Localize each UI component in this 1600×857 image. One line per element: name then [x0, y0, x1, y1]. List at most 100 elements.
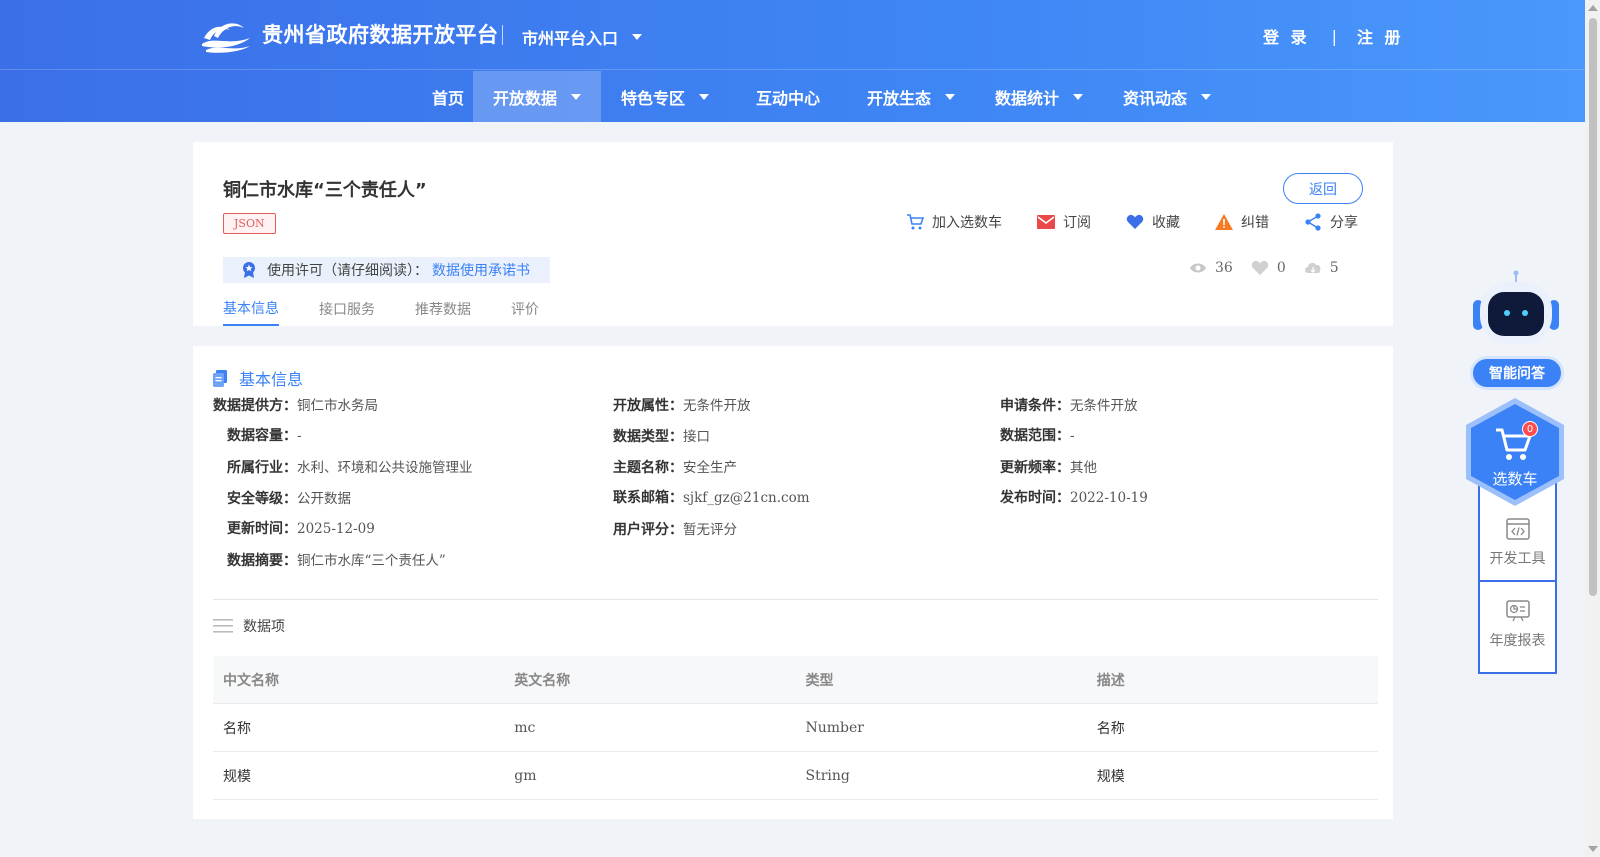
nav-item-ecosystem[interactable]: 开放生态: [847, 71, 975, 122]
nav-item-featured[interactable]: 特色专区: [601, 71, 729, 122]
table-row: 名称 mc Number 名称: [213, 704, 1378, 752]
field-key: 所属行业：: [227, 460, 297, 476]
table-cell: 规模: [1096, 768, 1125, 785]
table-cell: String: [805, 767, 850, 784]
license-link[interactable]: 数据使用承诺书: [432, 260, 530, 280]
add-to-cart-label: 加入选数车: [932, 215, 1002, 231]
tab-recommended-data[interactable]: 推荐数据: [415, 292, 471, 326]
login-link[interactable]: 登 录: [1263, 24, 1310, 48]
field-value: -: [1070, 428, 1075, 444]
subscribe-button[interactable]: 订阅: [1037, 212, 1091, 232]
table-cell: 名称: [1096, 720, 1125, 737]
robot-assistant-icon[interactable]: [1470, 270, 1562, 350]
field-data-scope: 数据范围：-: [1000, 425, 1075, 445]
field-key: 申请条件：: [1000, 398, 1070, 414]
back-button[interactable]: 返回: [1283, 173, 1363, 204]
heart-outline-icon: [1251, 260, 1269, 275]
favorite-label: 收藏: [1152, 215, 1180, 231]
register-link[interactable]: 注 册: [1357, 24, 1404, 48]
scrollbar-thumb[interactable]: [1589, 18, 1597, 596]
logo-icon[interactable]: [200, 16, 252, 54]
dev-tools-label: 开发工具: [1489, 551, 1546, 567]
eye-icon: [1190, 263, 1206, 273]
smart-qa-button[interactable]: 智能问答: [1470, 356, 1564, 390]
license-bar: 使用许可（请仔细阅读）： 数据使用承诺书: [223, 257, 550, 283]
warning-icon: [1215, 214, 1233, 230]
field-value: sjkf_gz@21cn.com: [683, 490, 810, 506]
field-value: 2022-10-19: [1070, 490, 1148, 506]
section-divider: [213, 599, 1378, 600]
nav-item-interaction[interactable]: 互动中心: [729, 71, 847, 122]
cart-count-badge: 0: [1522, 421, 1538, 437]
field-open-attr: 开放属性：无条件开放: [613, 394, 751, 415]
field-value: 铜仁市水库“三个责任人”: [297, 553, 446, 569]
field-value: 2025-12-09: [297, 521, 375, 537]
nav-item-label: 特色专区: [620, 88, 685, 108]
field-apply-cond: 申请条件：无条件开放: [1000, 394, 1138, 415]
auth-links: 登 录 | 注 册: [1263, 24, 1404, 48]
column-header-cn-name: 中文名称: [223, 672, 279, 689]
field-key: 发布时间：: [1000, 490, 1070, 506]
scroll-up-arrow-icon[interactable]: [1588, 5, 1598, 11]
format-badge: JSON: [223, 213, 276, 234]
city-platform-dropdown[interactable]: 市州平台入口: [522, 25, 643, 49]
field-key: 数据提供方：: [213, 398, 297, 414]
subscribe-label: 订阅: [1063, 215, 1091, 231]
field-rating: 用户评分：暂无评分: [613, 518, 737, 539]
field-key: 数据范围：: [1000, 428, 1070, 444]
selection-cart-button[interactable]: [1464, 396, 1566, 508]
share-label: 分享: [1330, 215, 1358, 231]
badge-icon: [243, 262, 255, 278]
table-cell: mc: [514, 719, 536, 736]
favorite-button[interactable]: 收藏: [1126, 212, 1180, 232]
field-key: 开放属性：: [613, 398, 683, 414]
share-button[interactable]: 分享: [1304, 212, 1358, 232]
data-items-table: 中文名称 英文名称 类型 描述 名称 mc Number 名称 规模 gm St…: [213, 656, 1378, 800]
annual-report-button[interactable]: 年度报表: [1478, 580, 1557, 662]
field-key: 联系邮箱：: [613, 490, 683, 506]
field-value: 无条件开放: [1070, 398, 1138, 414]
views-count: 36: [1215, 260, 1233, 276]
field-value: 水利、环境和公共设施管理业: [297, 460, 473, 476]
basic-info-card: 基本信息 数据提供方：铜仁市水务局 开放属性：无条件开放 申请条件：无条件开放 …: [193, 346, 1393, 819]
mail-icon: [1037, 215, 1055, 229]
field-value: 暂无评分: [683, 522, 737, 538]
site-title[interactable]: 贵州省政府数据开放平台: [262, 19, 499, 49]
field-value: 公开数据: [297, 491, 351, 507]
dataset-actions: 加入选数车 订阅 收藏 纠错 分享: [906, 212, 1358, 232]
license-label: 使用许可（请仔细阅读）：: [267, 263, 428, 279]
nav-item-label: 资讯动态: [1122, 88, 1187, 108]
field-value: 无条件开放: [683, 398, 751, 414]
tab-basic-info[interactable]: 基本信息: [223, 292, 279, 326]
nav-item-open-data[interactable]: 开放数据: [473, 71, 601, 122]
dataset-header-card: 铜仁市水库“三个责任人” JSON 返回 加入选数车 订阅 收藏 纠错 分享 使…: [193, 142, 1393, 326]
column-header-desc: 描述: [1096, 672, 1125, 689]
dataset-title: 铜仁市水库“三个责任人”: [223, 180, 427, 201]
chevron-down-icon: [571, 93, 581, 100]
add-to-cart-button[interactable]: 加入选数车: [906, 212, 1002, 232]
scroll-down-arrow-icon[interactable]: [1588, 846, 1598, 852]
code-icon: [1505, 518, 1530, 540]
field-update-time: 更新时间：2025-12-09: [227, 518, 375, 538]
downloads-stat: 5: [1304, 260, 1339, 276]
field-key: 数据摘要：: [227, 553, 297, 569]
table-row: 规模 gm String 规模: [213, 752, 1378, 800]
tab-api-service[interactable]: 接口服务: [319, 292, 375, 326]
field-industry: 所属行业：水利、环境和公共设施管理业: [227, 456, 473, 477]
chevron-down-icon: [945, 93, 955, 100]
tab-rating[interactable]: 评价: [511, 292, 539, 326]
header-divider: [502, 25, 503, 45]
nav-item-label: 开放数据: [492, 88, 557, 108]
field-key: 更新频率：: [1000, 460, 1070, 476]
basic-info-heading-label: 基本信息: [239, 370, 304, 389]
field-provider: 数据提供方：铜仁市水务局: [213, 394, 378, 415]
report-error-button[interactable]: 纠错: [1215, 212, 1269, 232]
field-frequency: 更新频率：其他: [1000, 456, 1097, 477]
nav-item-statistics[interactable]: 数据统计: [975, 71, 1103, 122]
nav-item-news[interactable]: 资讯动态: [1103, 71, 1231, 122]
table-cell: 规模: [223, 768, 251, 785]
chevron-down-icon: [1201, 93, 1211, 100]
field-data-type: 数据类型：接口: [613, 425, 710, 446]
chevron-down-icon: [699, 93, 709, 100]
main-nav: 首页 开放数据 特色专区 互动中心 开放生态 数据统计 资讯动态: [0, 71, 1585, 122]
